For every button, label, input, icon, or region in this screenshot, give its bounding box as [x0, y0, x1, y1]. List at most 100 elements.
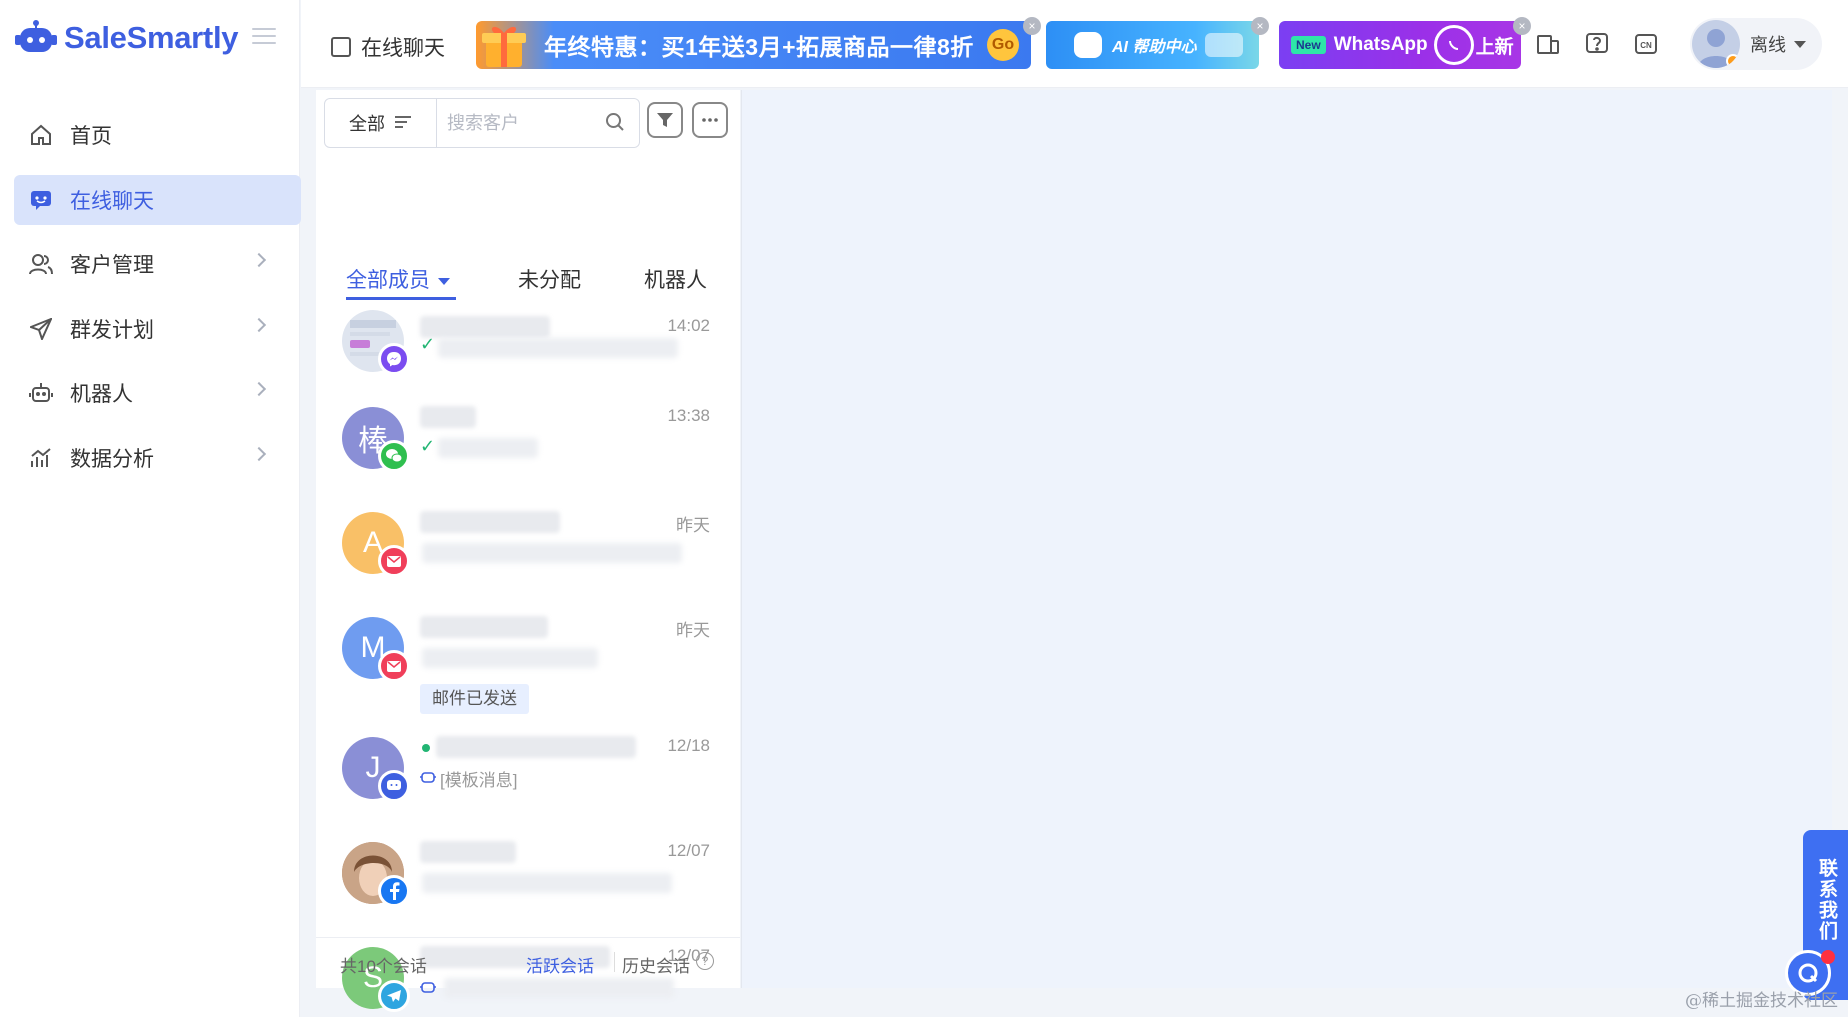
- user-status-menu[interactable]: 离线: [1690, 18, 1822, 70]
- sidebar: SaleSmartly 首页 在线聊天 客户管理 群发计划 机器人 数据分析: [0, 0, 301, 1017]
- logo-robot-icon: [15, 20, 57, 52]
- wechat-icon: [378, 440, 410, 472]
- conversation-panel: 全部 全部成员 未分配 机器人 14:02 ✓: [316, 90, 740, 1012]
- list-item[interactable]: M 昨天 邮件已发送: [316, 602, 740, 722]
- conversation-list: 14:02 ✓ 棒 13:38 ✓ A 昨天 M 昨天 邮件已发送 J 12/1…: [316, 302, 740, 1017]
- sidebar-item-label: 在线聊天: [70, 189, 154, 213]
- new-badge: New: [1291, 36, 1326, 54]
- promo-go-button[interactable]: Go: [987, 29, 1019, 61]
- sidebar-item-customers[interactable]: 客户管理: [14, 239, 300, 289]
- timestamp: 12/07: [667, 841, 710, 860]
- caret-down-icon: [1794, 40, 1806, 48]
- timestamp: 12/18: [667, 736, 710, 755]
- device-icon[interactable]: [1536, 32, 1560, 56]
- timestamp: 14:02: [667, 316, 710, 335]
- scope-label: 全部: [349, 114, 385, 134]
- top-bar: 在线聊天 年终特惠：买1年送3月+拓展商品一律8折 Go × AI 帮助中心 ×…: [301, 0, 1848, 88]
- language-icon[interactable]: CN: [1634, 32, 1658, 56]
- chevron-right-icon: [251, 252, 267, 268]
- active-conversations-link[interactable]: 活跃会话: [526, 952, 594, 977]
- list-item[interactable]: 14:02 ✓: [316, 302, 740, 402]
- contact-name: [420, 841, 516, 863]
- avatar: [1692, 20, 1740, 68]
- help-icon[interactable]: [1585, 32, 1609, 56]
- more-options-button[interactable]: [692, 102, 728, 138]
- chart-icon: [28, 445, 54, 471]
- message-preview: [模板消息]: [440, 771, 518, 790]
- list-item[interactable]: 棒 13:38 ✓: [316, 392, 740, 492]
- search-icon[interactable]: [605, 112, 625, 132]
- watermark: @稀土掘金技术社区: [1685, 991, 1838, 1011]
- logo[interactable]: SaleSmartly: [14, 16, 239, 60]
- tab-all-members[interactable]: 全部成员: [346, 264, 450, 294]
- sidebar-item-analytics[interactable]: 数据分析: [14, 433, 300, 483]
- chat-widget-icon: [378, 770, 410, 802]
- close-ai-icon[interactable]: ×: [1251, 17, 1269, 35]
- scope-dropdown[interactable]: 全部: [325, 99, 437, 147]
- conversation-count: 共10个会话: [340, 957, 427, 976]
- sidebar-item-broadcast[interactable]: 群发计划: [14, 304, 300, 354]
- sidebar-item-chat[interactable]: 在线聊天: [14, 174, 301, 225]
- chat-icon: [28, 187, 54, 213]
- contact-us-tab[interactable]: 联系我们: [1785, 830, 1848, 1000]
- list-item[interactable]: 12/07: [316, 827, 740, 927]
- email-icon: [378, 545, 410, 577]
- messenger-icon: [378, 343, 410, 375]
- sidebar-item-label: 数据分析: [70, 447, 154, 471]
- logo-text: SaleSmartly: [64, 20, 239, 55]
- sidebar-item-label: 客户管理: [70, 254, 154, 277]
- whatsapp-banner[interactable]: New WhatsApp 上新: [1279, 21, 1521, 69]
- page-title: 在线聊天: [331, 32, 445, 62]
- contact-us-text: 联系我们: [1816, 858, 1837, 942]
- ai-help-banner[interactable]: AI 帮助中心: [1046, 21, 1259, 69]
- notification-dot: [1821, 950, 1835, 964]
- message-preview: [422, 648, 598, 668]
- list-item[interactable]: A 昨天: [316, 497, 740, 597]
- sidebar-item-robot[interactable]: 机器人: [14, 368, 300, 418]
- history-conversations-link[interactable]: 历史会话: [622, 952, 690, 977]
- chat-icon: [331, 37, 351, 57]
- tab-label: 全部成员: [346, 269, 430, 292]
- list-item[interactable]: J 12/18 [模板消息]: [316, 722, 740, 822]
- close-promo-icon[interactable]: ×: [1023, 17, 1041, 35]
- contact-name: [420, 511, 560, 533]
- ai-robot-icon: [1074, 32, 1102, 58]
- search-input[interactable]: [447, 112, 597, 134]
- language-badge: CN: [1640, 41, 1652, 50]
- search-box: 全部: [324, 98, 640, 148]
- robot-icon: [28, 380, 54, 406]
- user-status-text: 离线: [1750, 35, 1786, 55]
- menu-collapse-icon[interactable]: [252, 28, 276, 46]
- sidebar-item-label: 首页: [70, 125, 112, 148]
- message-preview: [422, 543, 682, 563]
- sidebar-item-label: 群发计划: [70, 318, 154, 342]
- sent-check-icon: ✓: [420, 436, 436, 456]
- timestamp: 昨天: [676, 516, 710, 535]
- message-preview: [438, 438, 538, 458]
- close-whatsapp-icon[interactable]: ×: [1513, 17, 1531, 35]
- contact-name: [420, 406, 476, 428]
- online-status-dot: [422, 744, 430, 752]
- member-tabs: 全部成员 未分配 机器人: [316, 172, 740, 292]
- robot-icon: [420, 770, 436, 784]
- chat-area: [741, 90, 1832, 988]
- promo-text: 年终特惠：买1年送3月+拓展商品一律8折: [544, 34, 974, 60]
- chevron-right-icon: [251, 317, 267, 332]
- sent-check-icon: ✓: [420, 334, 436, 354]
- ai-help-text: AI 帮助中心: [1112, 39, 1197, 56]
- message-preview: [422, 873, 672, 893]
- sidebar-item-home[interactable]: 首页: [14, 110, 300, 160]
- send-icon: [28, 316, 54, 342]
- contact-name: [436, 736, 636, 758]
- tab-unassigned[interactable]: 未分配: [518, 264, 581, 294]
- help-icon[interactable]: ?: [696, 952, 714, 970]
- timestamp: 13:38: [667, 406, 710, 425]
- promo-banner[interactable]: 年终特惠：买1年送3月+拓展商品一律8折 Go: [476, 21, 1031, 69]
- tab-active-indicator: [346, 297, 456, 300]
- tab-robot[interactable]: 机器人: [644, 264, 707, 294]
- filter-button[interactable]: [647, 102, 683, 138]
- chat-bubble-icon: [1205, 33, 1243, 57]
- home-icon: [28, 122, 54, 148]
- list-filter-icon: [395, 115, 411, 131]
- contact-name: [420, 316, 550, 338]
